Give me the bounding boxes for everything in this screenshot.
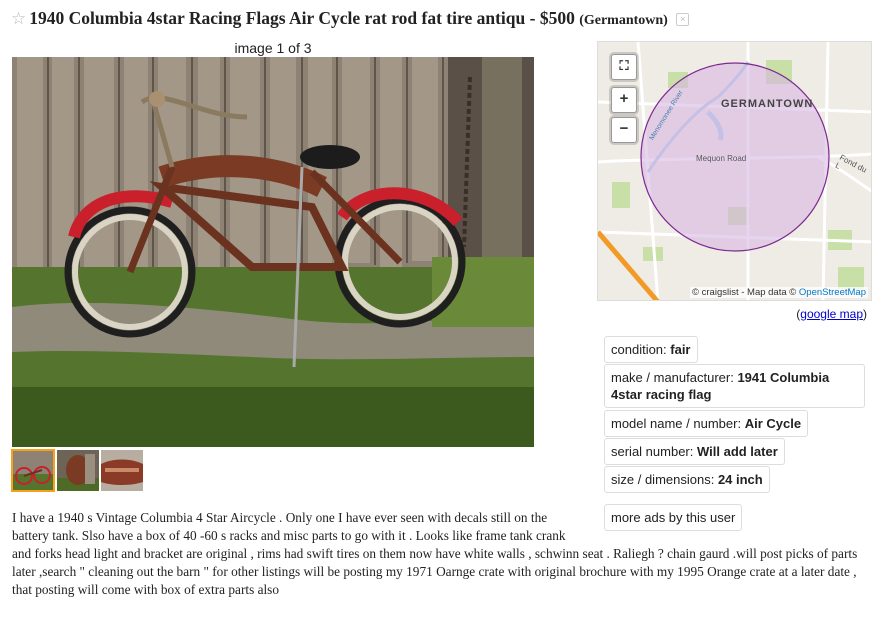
location-map[interactable]: ⛶ + − GERMANTOWN Mequon Road Fond du L M… [597,41,872,301]
title-separator: - [525,8,540,28]
map-attribution: © craigslist - Map data © OpenStreetMap [690,287,868,298]
map-place-label: GERMANTOWN [721,98,814,110]
attr-model: model name / number: Air Cycle [604,410,809,437]
attr-serial: serial number: Will add later [604,438,785,465]
zoom-out-button[interactable]: − [611,117,637,143]
thumbnail-2[interactable] [57,450,99,491]
paren-close: ) [863,307,867,321]
favorite-star-icon[interactable]: ☆ [11,9,26,28]
attribution-text: © craigslist - Map data © [692,287,799,298]
attr-label: size / dimensions: [611,472,718,487]
thumbnail-image [57,450,99,491]
attr-value: fair [670,342,691,357]
posting-body: I have a 1940 s Vintage Columbia 4 Star … [12,509,872,599]
fullscreen-button[interactable]: ⛶ [611,54,637,80]
openstreetmap-link[interactable]: OpenStreetMap [799,287,866,298]
hide-posting-icon[interactable]: × [676,13,690,27]
attr-label: serial number: [611,444,697,459]
attr-value: Air Cycle [744,416,802,431]
posting-title: 1940 Columbia 4star Racing Flags Air Cyc… [29,8,526,28]
thumbnail-image [12,450,54,491]
thumbnail-1[interactable] [11,449,55,492]
location: (Germantown) [579,13,668,28]
google-map-link[interactable]: google map [800,307,863,321]
attr-condition: condition: fair [604,336,698,363]
attr-label: model name / number: [611,416,745,431]
price: $500 [539,8,575,28]
body-float-spacer [574,509,872,539]
main-image[interactable] [12,57,534,447]
attr-value: 24 inch [717,472,763,487]
attr-make: make / manufacturer: 1941 Columbia 4star… [604,364,865,408]
bicycle-photo [12,57,534,447]
attr-label: condition: [611,342,671,357]
image-counter: image 1 of 3 [234,40,312,56]
attr-size: size / dimensions: 24 inch [604,466,770,493]
posting-title-row: ☆ 1940 Columbia 4star Racing Flags Air Cy… [11,8,690,30]
google-map-link-wrapper: (google map) [796,307,867,321]
map-tiles [598,42,871,300]
thumbnail-3[interactable] [101,450,143,491]
fullscreen-icon: ⛶ [619,58,629,73]
attr-value: Will add later [696,444,778,459]
zoom-in-button[interactable]: + [611,87,637,113]
map-road-label: Mequon Road [696,154,747,163]
attr-label: make / manufacturer: [611,370,738,385]
thumbnail-image [101,450,143,491]
